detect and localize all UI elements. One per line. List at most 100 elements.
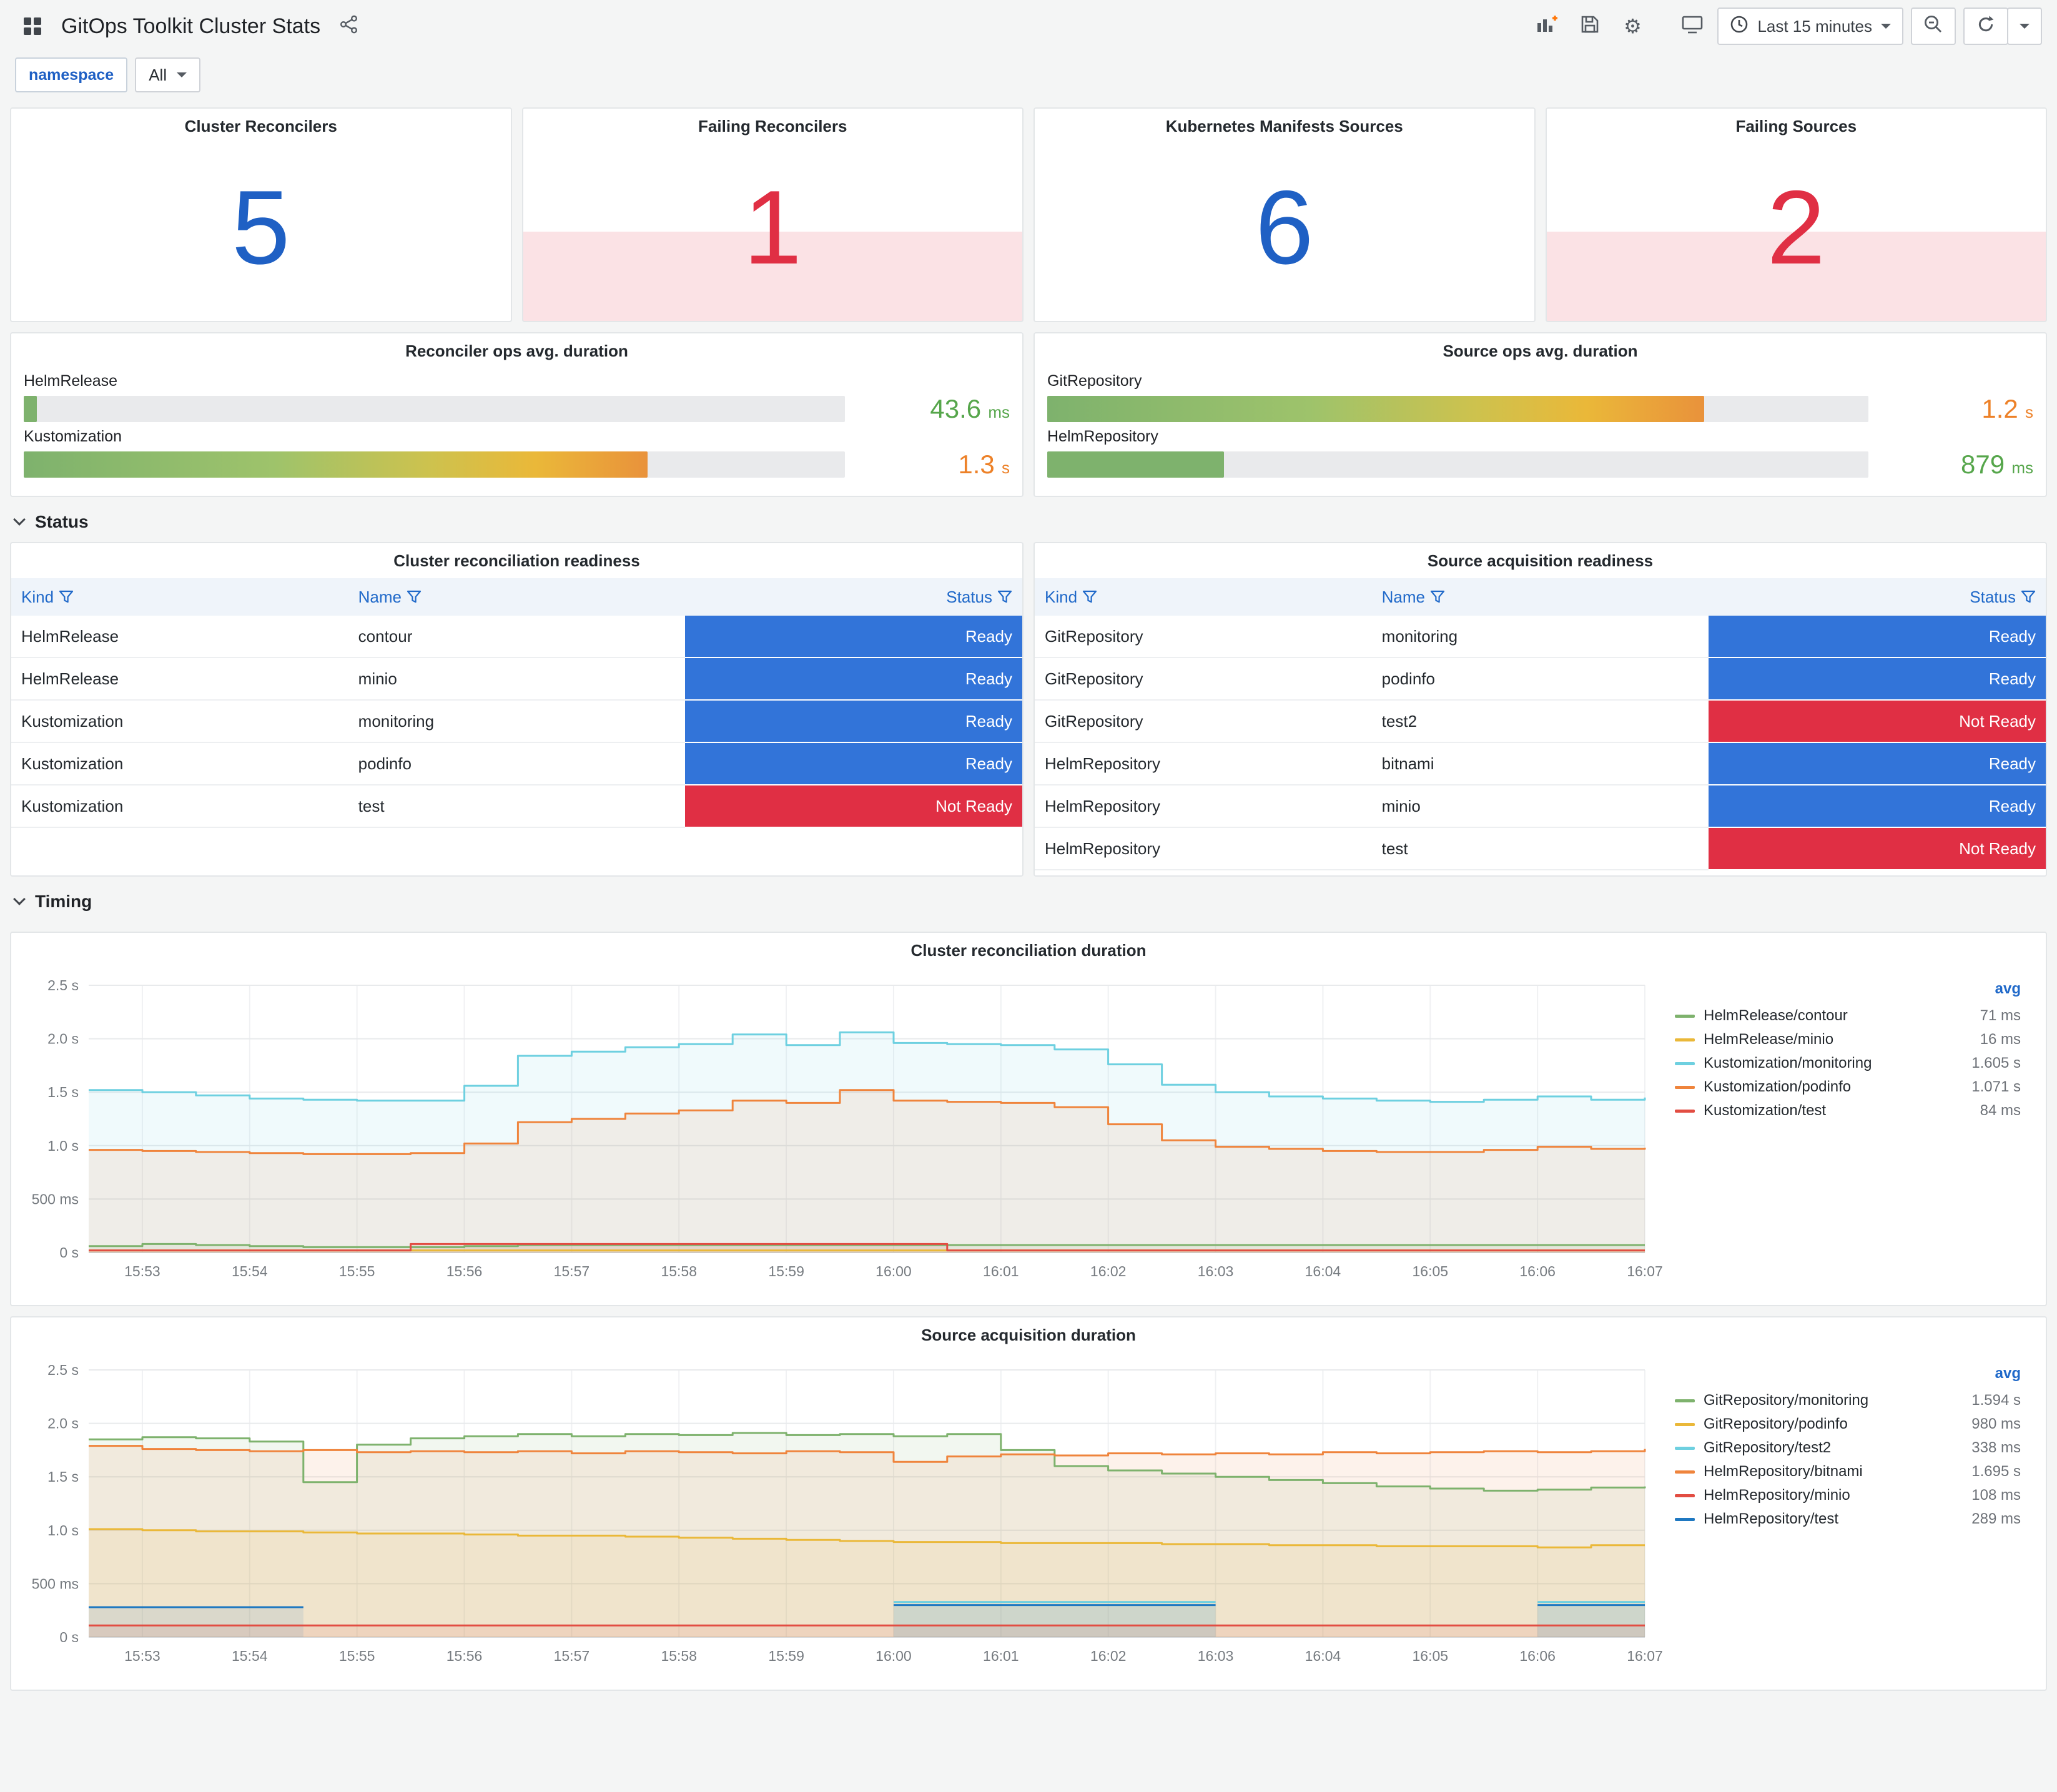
legend-item[interactable]: GitRepository/monitoring 1.594 s bbox=[1670, 1389, 2026, 1412]
column-header-status[interactable]: Status bbox=[1709, 578, 2046, 616]
series-name: HelmRepository/bitnami bbox=[1704, 1463, 1863, 1480]
series-color-dash bbox=[1675, 1085, 1695, 1089]
panel-title[interactable]: Source acquisition readiness bbox=[1035, 543, 2046, 578]
series-color-dash bbox=[1675, 1494, 1695, 1497]
section-title: Status bbox=[35, 512, 89, 531]
filter-icon[interactable] bbox=[1082, 590, 1097, 604]
panel-title[interactable]: Source acquisition duration bbox=[11, 1317, 2046, 1352]
timeseries-plot[interactable]: 15:53 15:54 15:55 15:56 15:57 15:58 15:59 16:00… bbox=[16, 970, 1665, 1285]
chart-area[interactable]: 15:53 15:54 15:55 15:56 15:57 15:58 15:59 16:00… bbox=[16, 970, 1665, 1305]
svg-text:16:00: 16:00 bbox=[876, 1648, 912, 1664]
panel-title[interactable]: Cluster reconciliation readiness bbox=[11, 543, 1022, 578]
series-avg-value: 1.071 s bbox=[1971, 1078, 2021, 1095]
section-status[interactable]: Status bbox=[10, 497, 2047, 542]
series-avg-value: 338 ms bbox=[1971, 1439, 2021, 1456]
status-badge: Ready bbox=[685, 658, 1022, 699]
panel-title[interactable]: Failing Reconcilers bbox=[523, 109, 1023, 144]
series-avg-value: 1.605 s bbox=[1971, 1055, 2021, 1071]
svg-text:15:56: 15:56 bbox=[446, 1263, 483, 1279]
series-avg-value: 108 ms bbox=[1971, 1487, 2021, 1504]
table-row: HelmRepository test Not Ready bbox=[1035, 827, 2046, 870]
legend-item[interactable]: HelmRelease/contour 71 ms bbox=[1670, 1004, 2026, 1028]
refresh-button[interactable] bbox=[1963, 7, 2008, 45]
table-row: GitRepository podinfo Ready bbox=[1035, 657, 2046, 701]
panel-title[interactable]: Source ops avg. duration bbox=[1035, 333, 2046, 368]
panel-title[interactable]: Failing Sources bbox=[1547, 109, 2046, 144]
column-header-status[interactable]: Status bbox=[685, 578, 1022, 616]
svg-text:16:04: 16:04 bbox=[1305, 1648, 1341, 1664]
panel-title[interactable]: Kubernetes Manifests Sources bbox=[1035, 109, 1534, 144]
gauge-value: 879 ms bbox=[1961, 450, 2033, 479]
series-color-dash bbox=[1675, 1446, 1695, 1450]
gauge-track bbox=[24, 451, 845, 478]
legend-item[interactable]: HelmRepository/test 289 ms bbox=[1670, 1507, 2026, 1531]
series-name: Kustomization/podinfo bbox=[1704, 1078, 1852, 1095]
table-panel: Cluster reconciliation readiness Kind Nam… bbox=[10, 542, 1024, 877]
section-timing[interactable]: Timing bbox=[10, 877, 2047, 922]
table-row: Kustomization test Not Ready bbox=[11, 785, 1022, 828]
chart-area[interactable]: 15:53 15:54 15:55 15:56 15:57 15:58 15:59 16:00… bbox=[16, 1355, 1665, 1690]
column-header-kind[interactable]: Kind bbox=[11, 578, 348, 616]
legend-item[interactable]: HelmRelease/minio 16 ms bbox=[1670, 1028, 2026, 1051]
variable-namespace-select[interactable]: All bbox=[135, 57, 201, 92]
series-color-dash bbox=[1675, 1399, 1695, 1402]
variable-namespace-label[interactable]: namespace bbox=[15, 57, 128, 92]
status-badge: Not Ready bbox=[1709, 701, 2046, 742]
column-header-name[interactable]: Name bbox=[348, 578, 686, 616]
legend-item[interactable]: Kustomization/test 84 ms bbox=[1670, 1099, 2026, 1123]
apps-grid-icon[interactable] bbox=[15, 9, 50, 44]
gauge-fill bbox=[1047, 396, 1704, 422]
stat-value: 1 bbox=[743, 169, 802, 286]
stat-value: 5 bbox=[232, 169, 290, 286]
legend-item[interactable]: Kustomization/podinfo 1.071 s bbox=[1670, 1075, 2026, 1099]
gauge-row: HelmRelease 43.6 ms bbox=[24, 372, 1010, 424]
filter-icon[interactable] bbox=[59, 590, 74, 604]
filter-icon[interactable] bbox=[1430, 590, 1445, 604]
table-header-row: Kind Name Status bbox=[1035, 578, 2046, 616]
status-badge: Ready bbox=[1709, 743, 2046, 784]
series-name: Kustomization/monitoring bbox=[1704, 1055, 1872, 1071]
legend-item[interactable]: HelmRepository/bitnami 1.695 s bbox=[1670, 1460, 2026, 1484]
share-button[interactable] bbox=[332, 9, 367, 44]
panel-title[interactable]: Cluster Reconcilers bbox=[11, 109, 511, 144]
gauge-track bbox=[1047, 396, 1868, 422]
data-table: Kind Name Status HelmRelease contour Ready He… bbox=[11, 578, 1022, 828]
refresh-interval-dropdown[interactable] bbox=[2007, 7, 2042, 45]
column-header-name[interactable]: Name bbox=[1371, 578, 1709, 616]
gauges-row: Reconciler ops avg. duration HelmRelease… bbox=[10, 332, 2047, 497]
add-panel-button[interactable] bbox=[1530, 9, 1565, 44]
add-panel-icon bbox=[1536, 14, 1559, 39]
gear-icon: ⚙ bbox=[1624, 15, 1642, 37]
timeseries-plot[interactable]: 15:53 15:54 15:55 15:56 15:57 15:58 15:59 16:00… bbox=[16, 1355, 1665, 1670]
table-cell: Kustomization bbox=[11, 700, 348, 743]
legend-item[interactable]: Kustomization/monitoring 1.605 s bbox=[1670, 1051, 2026, 1075]
legend-avg-header[interactable]: avg bbox=[1670, 978, 2026, 1004]
table-cell: test bbox=[348, 785, 686, 828]
table-cell: monitoring bbox=[1371, 616, 1709, 658]
legend-item[interactable]: GitRepository/test2 338 ms bbox=[1670, 1436, 2026, 1460]
gauge-label: HelmRepository bbox=[1047, 428, 1158, 445]
time-picker-button[interactable]: Last 15 minutes bbox=[1717, 7, 1903, 45]
panel-title[interactable]: Reconciler ops avg. duration bbox=[11, 333, 1022, 368]
column-header-kind[interactable]: Kind bbox=[1035, 578, 1372, 616]
svg-text:16:03: 16:03 bbox=[1198, 1263, 1234, 1279]
series-color-dash bbox=[1675, 1061, 1695, 1065]
template-variables-row: namespace All bbox=[10, 52, 2047, 107]
chart-legend: avg GitRepository/monitoring 1.594 s Git… bbox=[1665, 1355, 2041, 1690]
filter-icon[interactable] bbox=[997, 590, 1012, 604]
legend-item[interactable]: HelmRepository/minio 108 ms bbox=[1670, 1484, 2026, 1507]
panel-title[interactable]: Cluster reconciliation duration bbox=[11, 933, 2046, 968]
zoom-out-button[interactable] bbox=[1911, 7, 1956, 45]
legend-avg-header[interactable]: avg bbox=[1670, 1362, 2026, 1389]
legend-item[interactable]: GitRepository/podinfo 980 ms bbox=[1670, 1412, 2026, 1436]
series-name: GitRepository/monitoring bbox=[1704, 1392, 1869, 1409]
filter-icon[interactable] bbox=[407, 590, 422, 604]
save-dashboard-button[interactable] bbox=[1572, 9, 1607, 44]
svg-text:15:59: 15:59 bbox=[768, 1263, 804, 1279]
time-range-label: Last 15 minutes bbox=[1757, 16, 1872, 36]
filter-icon[interactable] bbox=[2021, 590, 2036, 604]
table-cell: minio bbox=[348, 657, 686, 701]
clock-icon bbox=[1730, 15, 1749, 38]
cycle-view-mode-button[interactable] bbox=[1675, 9, 1710, 44]
dashboard-settings-button[interactable]: ⚙ bbox=[1615, 9, 1650, 44]
